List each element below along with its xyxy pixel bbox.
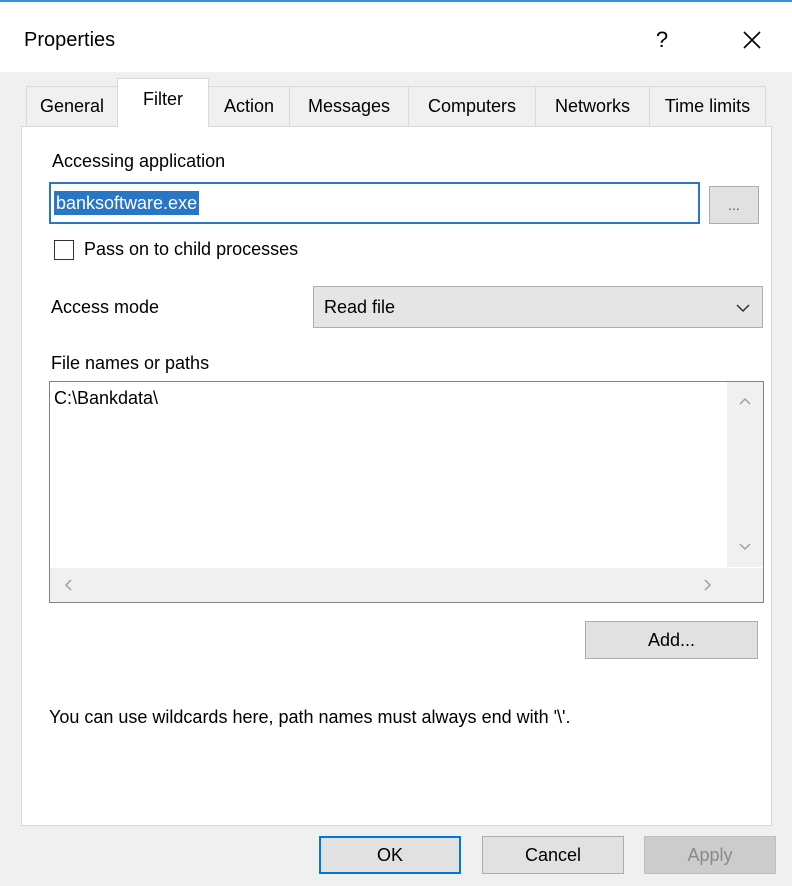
wildcard-hint: You can use wildcards here, path names m… [49, 707, 571, 727]
accessing-application-label: Accessing application [52, 151, 226, 171]
add-button[interactable]: Add... [585, 621, 758, 659]
application-input[interactable]: banksoftware.exe [49, 182, 700, 224]
pass-on-checkbox[interactable] [54, 240, 74, 260]
access-mode-label: Access mode [51, 297, 160, 317]
ok-button[interactable]: OK [319, 836, 461, 874]
apply-button[interactable]: Apply [644, 836, 776, 874]
cancel-button[interactable]: Cancel [482, 836, 624, 874]
pass-on-label[interactable]: Pass on to child processes [84, 239, 298, 260]
tab-general[interactable]: General [26, 86, 118, 126]
file-names-label: File names or paths [51, 353, 210, 373]
tab-filter[interactable]: Filter [117, 78, 209, 127]
horizontal-scrollbar[interactable] [50, 568, 727, 602]
file-paths-list[interactable]: C:\Bankdata\ [49, 381, 764, 603]
list-item[interactable]: C:\Bankdata\ [54, 388, 158, 409]
scroll-up-icon[interactable] [738, 394, 752, 408]
help-icon: ? [655, 27, 669, 52]
tab-action[interactable]: Action [208, 86, 290, 126]
browse-button[interactable]: ... [709, 186, 759, 224]
tab-time-limits[interactable]: Time limits [649, 86, 766, 126]
tab-computers[interactable]: Computers [408, 86, 536, 126]
title-bar: Properties ? [0, 2, 792, 72]
chevron-down-icon [736, 304, 750, 313]
vertical-scrollbar[interactable] [727, 382, 763, 567]
access-mode-value: Read file [324, 297, 396, 317]
scrollbar-corner [727, 568, 763, 602]
access-mode-select[interactable]: Read file [313, 286, 763, 328]
help-button[interactable]: ? [640, 18, 684, 62]
application-input-value: banksoftware.exe [54, 191, 200, 215]
close-button[interactable] [730, 18, 774, 62]
scroll-down-icon[interactable] [738, 540, 752, 554]
scroll-left-icon[interactable] [62, 578, 76, 592]
scroll-right-icon[interactable] [700, 578, 714, 592]
tab-networks[interactable]: Networks [535, 86, 650, 126]
close-icon [743, 31, 761, 49]
window-title: Properties [24, 29, 116, 51]
tab-messages[interactable]: Messages [289, 86, 409, 126]
